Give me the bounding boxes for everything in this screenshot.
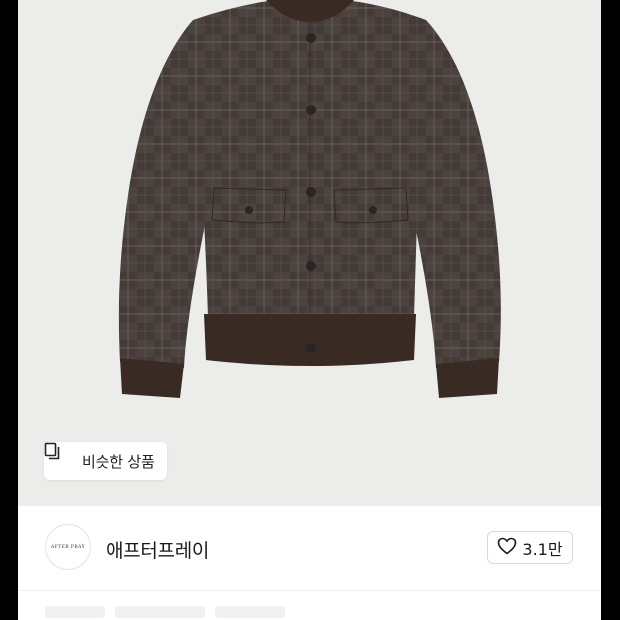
shop-avatar[interactable]: AFTER PRAY bbox=[45, 524, 91, 570]
product-image[interactable]: 비슷한 상품 bbox=[18, 0, 601, 506]
faint-placeholder bbox=[215, 606, 285, 618]
similar-products-button[interactable]: 비슷한 상품 bbox=[44, 442, 167, 480]
faint-placeholder bbox=[45, 606, 105, 618]
similar-products-icon bbox=[44, 442, 74, 470]
heart-outline-icon bbox=[497, 537, 517, 559]
shop-avatar-logo-text: AFTER PRAY bbox=[51, 544, 85, 550]
shop-name[interactable]: 애프터프레이 bbox=[106, 536, 209, 563]
section-divider bbox=[18, 590, 601, 591]
similar-products-label: 비슷한 상품 bbox=[82, 452, 155, 471]
jacket-illustration bbox=[118, 0, 501, 398]
shop-row[interactable]: AFTER PRAY 애프터프레이 3.1만 bbox=[18, 506, 601, 590]
faint-placeholder bbox=[115, 606, 205, 618]
truncated-content-row bbox=[45, 606, 325, 620]
app-screen: 비슷한 상품 AFTER PRAY 애프터프레이 3.1만 bbox=[18, 0, 601, 620]
like-count: 3.1만 bbox=[522, 539, 563, 559]
like-button[interactable]: 3.1만 bbox=[487, 531, 573, 564]
